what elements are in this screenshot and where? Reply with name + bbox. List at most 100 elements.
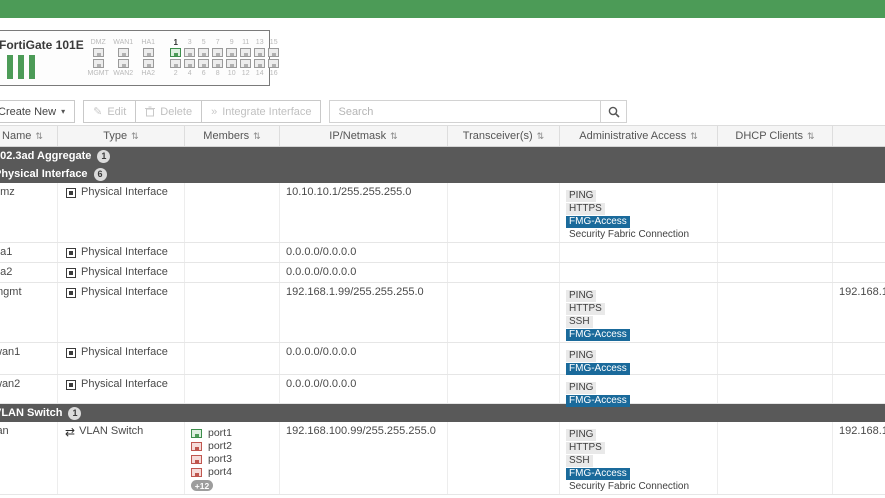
ip-netmask-cell: 0.0.0.0/0.0.0.0: [280, 343, 448, 374]
integrate-interface-label: Integrate Interface: [222, 105, 312, 118]
group-header-physical-interface[interactable]: Physical Interface 6: [0, 165, 885, 183]
type-cell: Physical Interface: [58, 375, 185, 403]
port-label: 7: [215, 39, 220, 46]
dhcp-range-cell: [833, 375, 885, 403]
table-row-wan1[interactable]: wan1 Physical Interface 0.0.0.0/0.0.0.0 …: [0, 343, 885, 375]
search-input[interactable]: [329, 100, 602, 123]
members-cell: [185, 263, 280, 282]
port-down-icon: [191, 454, 202, 464]
port-label: 8: [215, 70, 220, 77]
name-cell: wan2: [0, 375, 58, 403]
port-label: 13: [255, 39, 264, 46]
port-label: 15: [269, 39, 278, 46]
transceivers-cell: [448, 243, 560, 262]
dhcp-clients-cell: [718, 183, 833, 242]
admin-access-item: SSH: [566, 316, 593, 328]
device-info: FortiGate 101E: [0, 38, 84, 79]
port-label: 9: [229, 39, 234, 46]
dhcp-clients-cell: [718, 243, 833, 262]
member-item: port4: [191, 466, 273, 478]
table-row-ha1[interactable]: ha1 Physical Interface 0.0.0.0/0.0.0.0: [0, 243, 885, 263]
ip-netmask-cell: 0.0.0.0/0.0.0.0: [280, 243, 448, 262]
admin-access-cell: [560, 263, 718, 282]
column-header-dhcp-clients[interactable]: DHCP Clients ⇅: [718, 126, 833, 146]
admin-access-cell: PING FMG-Access: [560, 343, 718, 375]
table-row-mgmt[interactable]: mgmt Physical Interface 192.168.1.99/255…: [0, 283, 885, 343]
transceivers-cell: [448, 263, 560, 282]
interfaces-table: Name ⇅ Type ⇅ Members ⇅ IP/Netmask ⇅ Transce…: [0, 125, 885, 495]
ip-netmask-cell: 0.0.0.0/0.0.0.0: [280, 263, 448, 282]
port-label: HA1: [141, 39, 156, 46]
dhcp-range-cell: [833, 263, 885, 282]
dhcp-range-cell: [833, 343, 885, 374]
column-header-truncated[interactable]: D: [833, 126, 885, 146]
members-overflow-badge[interactable]: +12: [191, 480, 213, 491]
port-label: WAN2: [113, 70, 134, 77]
ethernet-port-icon: [254, 48, 266, 57]
port-column-7-8: 7 8: [211, 38, 225, 78]
port-label: 5: [201, 39, 206, 46]
dhcp-range-cell: [833, 243, 885, 262]
table-row-dmz[interactable]: dmz Physical Interface 10.10.10.1/255.25…: [0, 183, 885, 243]
integrate-interface-button[interactable]: » Integrate Interface: [202, 100, 322, 123]
ip-netmask-cell: 192.168.100.99/255.255.255.0: [280, 422, 448, 494]
sort-icon: ⇅: [690, 130, 698, 141]
device-model-label: FortiGate 101E: [0, 37, 84, 52]
admin-access-item: PING: [566, 290, 597, 302]
table-row-ha2[interactable]: ha2 Physical Interface 0.0.0.0/0.0.0.0: [0, 263, 885, 283]
led-bar-icon: [7, 54, 13, 79]
port-column-15-16: 15 16: [267, 38, 281, 78]
port-column-9-10: 9 10: [225, 38, 239, 78]
type-cell: Physical Interface: [58, 243, 185, 262]
edit-button[interactable]: ✎ Edit: [83, 100, 137, 123]
group-header-8023ad-aggregate[interactable]: 802.3ad Aggregate 1: [0, 147, 885, 165]
admin-access-item: SSH: [566, 455, 593, 467]
device-port-grid: DMZ MGMT WAN1 WAN2 HA1 HA2 1 2 3 4 5 6 7…: [86, 38, 281, 78]
column-header-type[interactable]: Type ⇅: [58, 126, 185, 146]
create-new-button[interactable]: Create New ▾: [0, 100, 76, 123]
sort-icon: ⇅: [390, 130, 398, 141]
admin-access-item-highlighted: FMG-Access: [566, 216, 630, 228]
column-header-name[interactable]: Name ⇅: [0, 126, 58, 146]
admin-access-item: PING: [566, 382, 597, 394]
member-item: port2: [191, 440, 273, 452]
column-header-ip-netmask[interactable]: IP/Netmask ⇅: [280, 126, 448, 146]
port-column-13-14: 13 14: [253, 38, 267, 78]
type-cell: Physical Interface: [58, 343, 185, 374]
group-header-vlan-switch[interactable]: VLAN Switch 1: [0, 404, 885, 422]
page: FortiGate 101E DMZ MGMT WAN1 WAN2 HA1 HA…: [0, 0, 885, 495]
search-button[interactable]: [601, 100, 628, 123]
type-cell: Physical Interface: [58, 283, 185, 342]
sort-icon: ⇅: [536, 130, 545, 141]
dhcp-clients-cell: [718, 422, 833, 494]
port-label: MGMT: [87, 70, 109, 77]
type-cell: ⇄ VLAN Switch: [58, 422, 185, 494]
column-header-transceivers[interactable]: Transceiver(s) ⇅: [448, 126, 560, 146]
admin-access-item-highlighted: FMG-Access: [566, 468, 630, 480]
members-cell: [185, 343, 280, 374]
toolbar-button-group: ✎ Edit Delete » Integrate Interface: [83, 100, 322, 123]
column-header-members[interactable]: Members ⇅: [185, 126, 280, 146]
table-row-wan2[interactable]: wan2 Physical Interface 0.0.0.0/0.0.0.0 …: [0, 375, 885, 407]
admin-access-item: Security Fabric Connection: [569, 229, 690, 240]
sort-icon: ⇅: [807, 130, 815, 141]
double-chevron-right-icon: »: [211, 105, 218, 118]
admin-access-cell: PING HTTPS FMG-Access Security Fabric Co…: [560, 183, 718, 242]
table-row-lan[interactable]: lan ⇄VLAN Switch port1 port2 port3 port4…: [0, 422, 885, 495]
ethernet-port-icon: [240, 48, 252, 57]
admin-access-item: PING: [566, 429, 597, 441]
delete-button[interactable]: Delete: [136, 100, 203, 123]
ethernet-port-icon: [268, 59, 280, 68]
port-down-icon: [191, 467, 202, 477]
ethernet-port-icon: [212, 48, 224, 57]
ethernet-port-icon: [92, 48, 104, 57]
ethernet-port-icon: [117, 59, 129, 68]
group-label: 802.3ad Aggregate: [0, 150, 92, 162]
member-item: port1: [191, 427, 273, 439]
column-header-administrative-access[interactable]: Administrative Access ⇅: [560, 126, 718, 146]
port-label: 12: [241, 70, 250, 77]
name-cell: wan1: [0, 343, 58, 374]
port-column-5-6: 5 6: [197, 38, 211, 78]
transceivers-cell: [448, 375, 560, 403]
transceivers-cell: [448, 343, 560, 374]
